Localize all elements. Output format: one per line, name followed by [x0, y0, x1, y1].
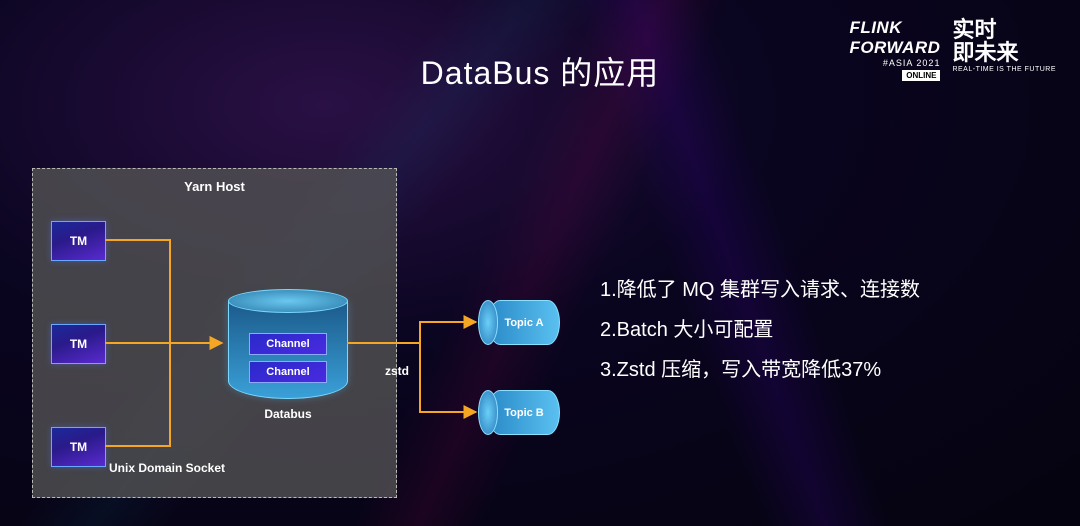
bullet-item: 1.降低了 MQ 集群写入请求、连接数	[600, 270, 1040, 310]
topic-cap	[478, 390, 498, 435]
databus-label: Databus	[228, 407, 348, 421]
logo-asia: #ASIA 2021	[849, 58, 940, 68]
logo-cn-line1: 实时	[952, 18, 1056, 41]
topic-body: Topic B	[488, 390, 560, 435]
zstd-label: zstd	[385, 364, 409, 378]
bullet-item: 3.Zstd 压缩，写入带宽降低37%	[600, 350, 1040, 390]
panel-title: Yarn Host	[33, 179, 396, 194]
task-manager-box: TM	[51, 221, 106, 261]
logo-left-block: FLINK FORWARD #ASIA 2021 ONLINE	[849, 18, 940, 81]
task-manager-box: TM	[51, 427, 106, 467]
bullet-item: 2.Batch 大小可配置	[600, 310, 1040, 350]
topic-cap	[478, 300, 498, 345]
logo-tagline: REAL-TIME IS THE FUTURE	[952, 66, 1056, 73]
logo-text-forward: FORWARD	[849, 38, 940, 58]
topic-a-cylinder: Topic A	[478, 300, 570, 345]
bullet-list: 1.降低了 MQ 集群写入请求、连接数 2.Batch 大小可配置 3.Zstd…	[600, 270, 1040, 390]
databus-cylinder: Channel Channel	[228, 289, 348, 399]
topic-body: Topic A	[488, 300, 560, 345]
logo-right-block: 实时 即未来 REAL-TIME IS THE FUTURE	[952, 18, 1056, 73]
unix-domain-socket-label: Unix Domain Socket	[109, 461, 225, 475]
event-logo: FLINK FORWARD #ASIA 2021 ONLINE 实时 即未来 R…	[849, 18, 1056, 81]
logo-cn-line2: 即未来	[952, 41, 1056, 64]
logo-text-flink: FLINK	[849, 18, 940, 38]
cylinder-top	[228, 289, 348, 313]
task-manager-box: TM	[51, 324, 106, 364]
yarn-host-panel: Yarn Host TM TM TM Channel Channel Datab…	[32, 168, 397, 498]
logo-online-badge: ONLINE	[902, 70, 940, 81]
channel-box: Channel	[249, 333, 327, 355]
channel-box: Channel	[249, 361, 327, 383]
topic-b-cylinder: Topic B	[478, 390, 570, 435]
